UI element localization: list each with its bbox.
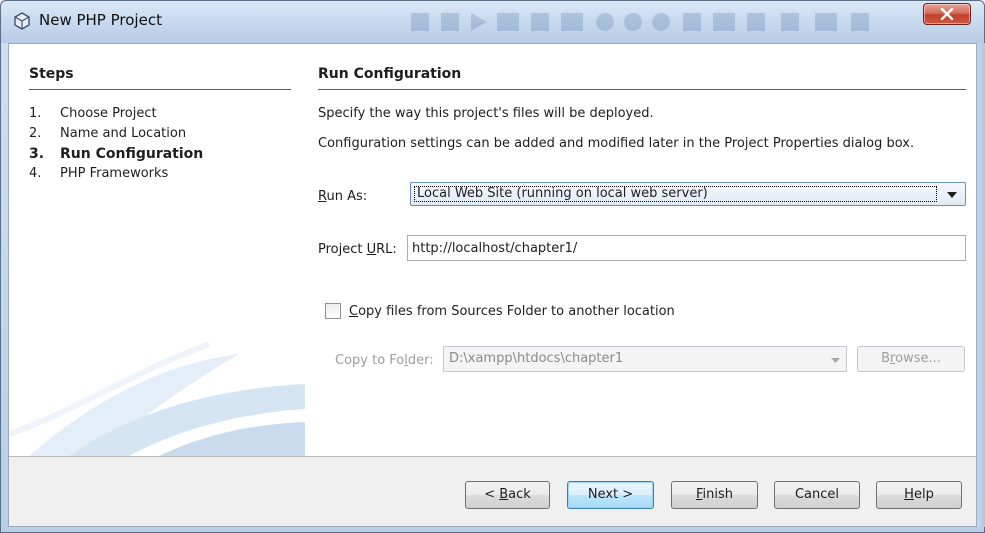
close-button[interactable] <box>923 3 971 25</box>
steps-panel: Steps 1. Choose Project 2. Name and Locati… <box>9 44 305 456</box>
dialog-body: Steps 1. Choose Project 2. Name and Locati… <box>8 43 977 527</box>
button-bar: < Back Next > Finish Cancel Help <box>9 456 976 526</box>
step-item: 4. PHP Frameworks <box>29 166 169 181</box>
step-item: 2. Name and Location <box>29 126 187 141</box>
window-title: New PHP Project <box>39 11 162 29</box>
chevron-down-icon <box>831 358 840 363</box>
copy-to-folder-combo[interactable]: D:\xampp\htdocs\chapter1 <box>443 346 847 372</box>
titlebar-decoration <box>411 13 869 31</box>
chevron-down-icon <box>947 192 957 198</box>
next-button[interactable]: Next > <box>567 481 654 509</box>
run-as-value: Local Web Site (running on local web ser… <box>414 186 937 202</box>
run-configuration-panel: Run Configuration Specify the way this p… <box>305 44 976 456</box>
steps-heading: Steps <box>29 66 74 82</box>
project-url-label: Project URL: <box>318 242 397 257</box>
panel-title: Run Configuration <box>318 66 462 82</box>
title-bar[interactable]: New PHP Project <box>1 1 984 43</box>
cancel-button[interactable]: Cancel <box>774 481 860 509</box>
step-item: 1. Choose Project <box>29 106 157 121</box>
run-as-label: Run As: <box>318 189 368 204</box>
finish-button[interactable]: Finish <box>671 481 758 509</box>
steps-divider <box>29 89 291 90</box>
close-icon <box>940 8 954 20</box>
new-php-project-dialog: New PHP Project Steps 1. Choose Project … <box>0 0 985 533</box>
copy-to-folder-value: D:\xampp\htdocs\chapter1 <box>449 351 624 366</box>
run-as-dropdown[interactable]: Local Web Site (running on local web ser… <box>410 182 966 206</box>
browse-button[interactable]: Browse... <box>857 346 965 372</box>
description-line-1: Specify the way this project's files wil… <box>318 106 654 121</box>
steps-list: 1. Choose Project 2. Name and Location 3. R… <box>29 104 203 184</box>
netbeans-swoosh-graphic <box>9 341 305 456</box>
copy-files-label[interactable]: Copy files from Sources Folder to anothe… <box>349 304 675 319</box>
help-button[interactable]: Help <box>876 481 962 509</box>
copy-to-folder-label: Copy to Folder: <box>335 353 434 368</box>
project-url-input[interactable] <box>407 235 966 261</box>
netbeans-project-icon <box>14 12 30 30</box>
back-button[interactable]: < Back <box>465 481 550 509</box>
window-frame-right <box>977 43 985 527</box>
panel-divider <box>318 89 966 90</box>
description-line-2: Configuration settings can be added and … <box>318 136 915 151</box>
step-item-active: 3. Run Configuration <box>29 146 204 162</box>
copy-files-checkbox[interactable] <box>325 303 341 319</box>
